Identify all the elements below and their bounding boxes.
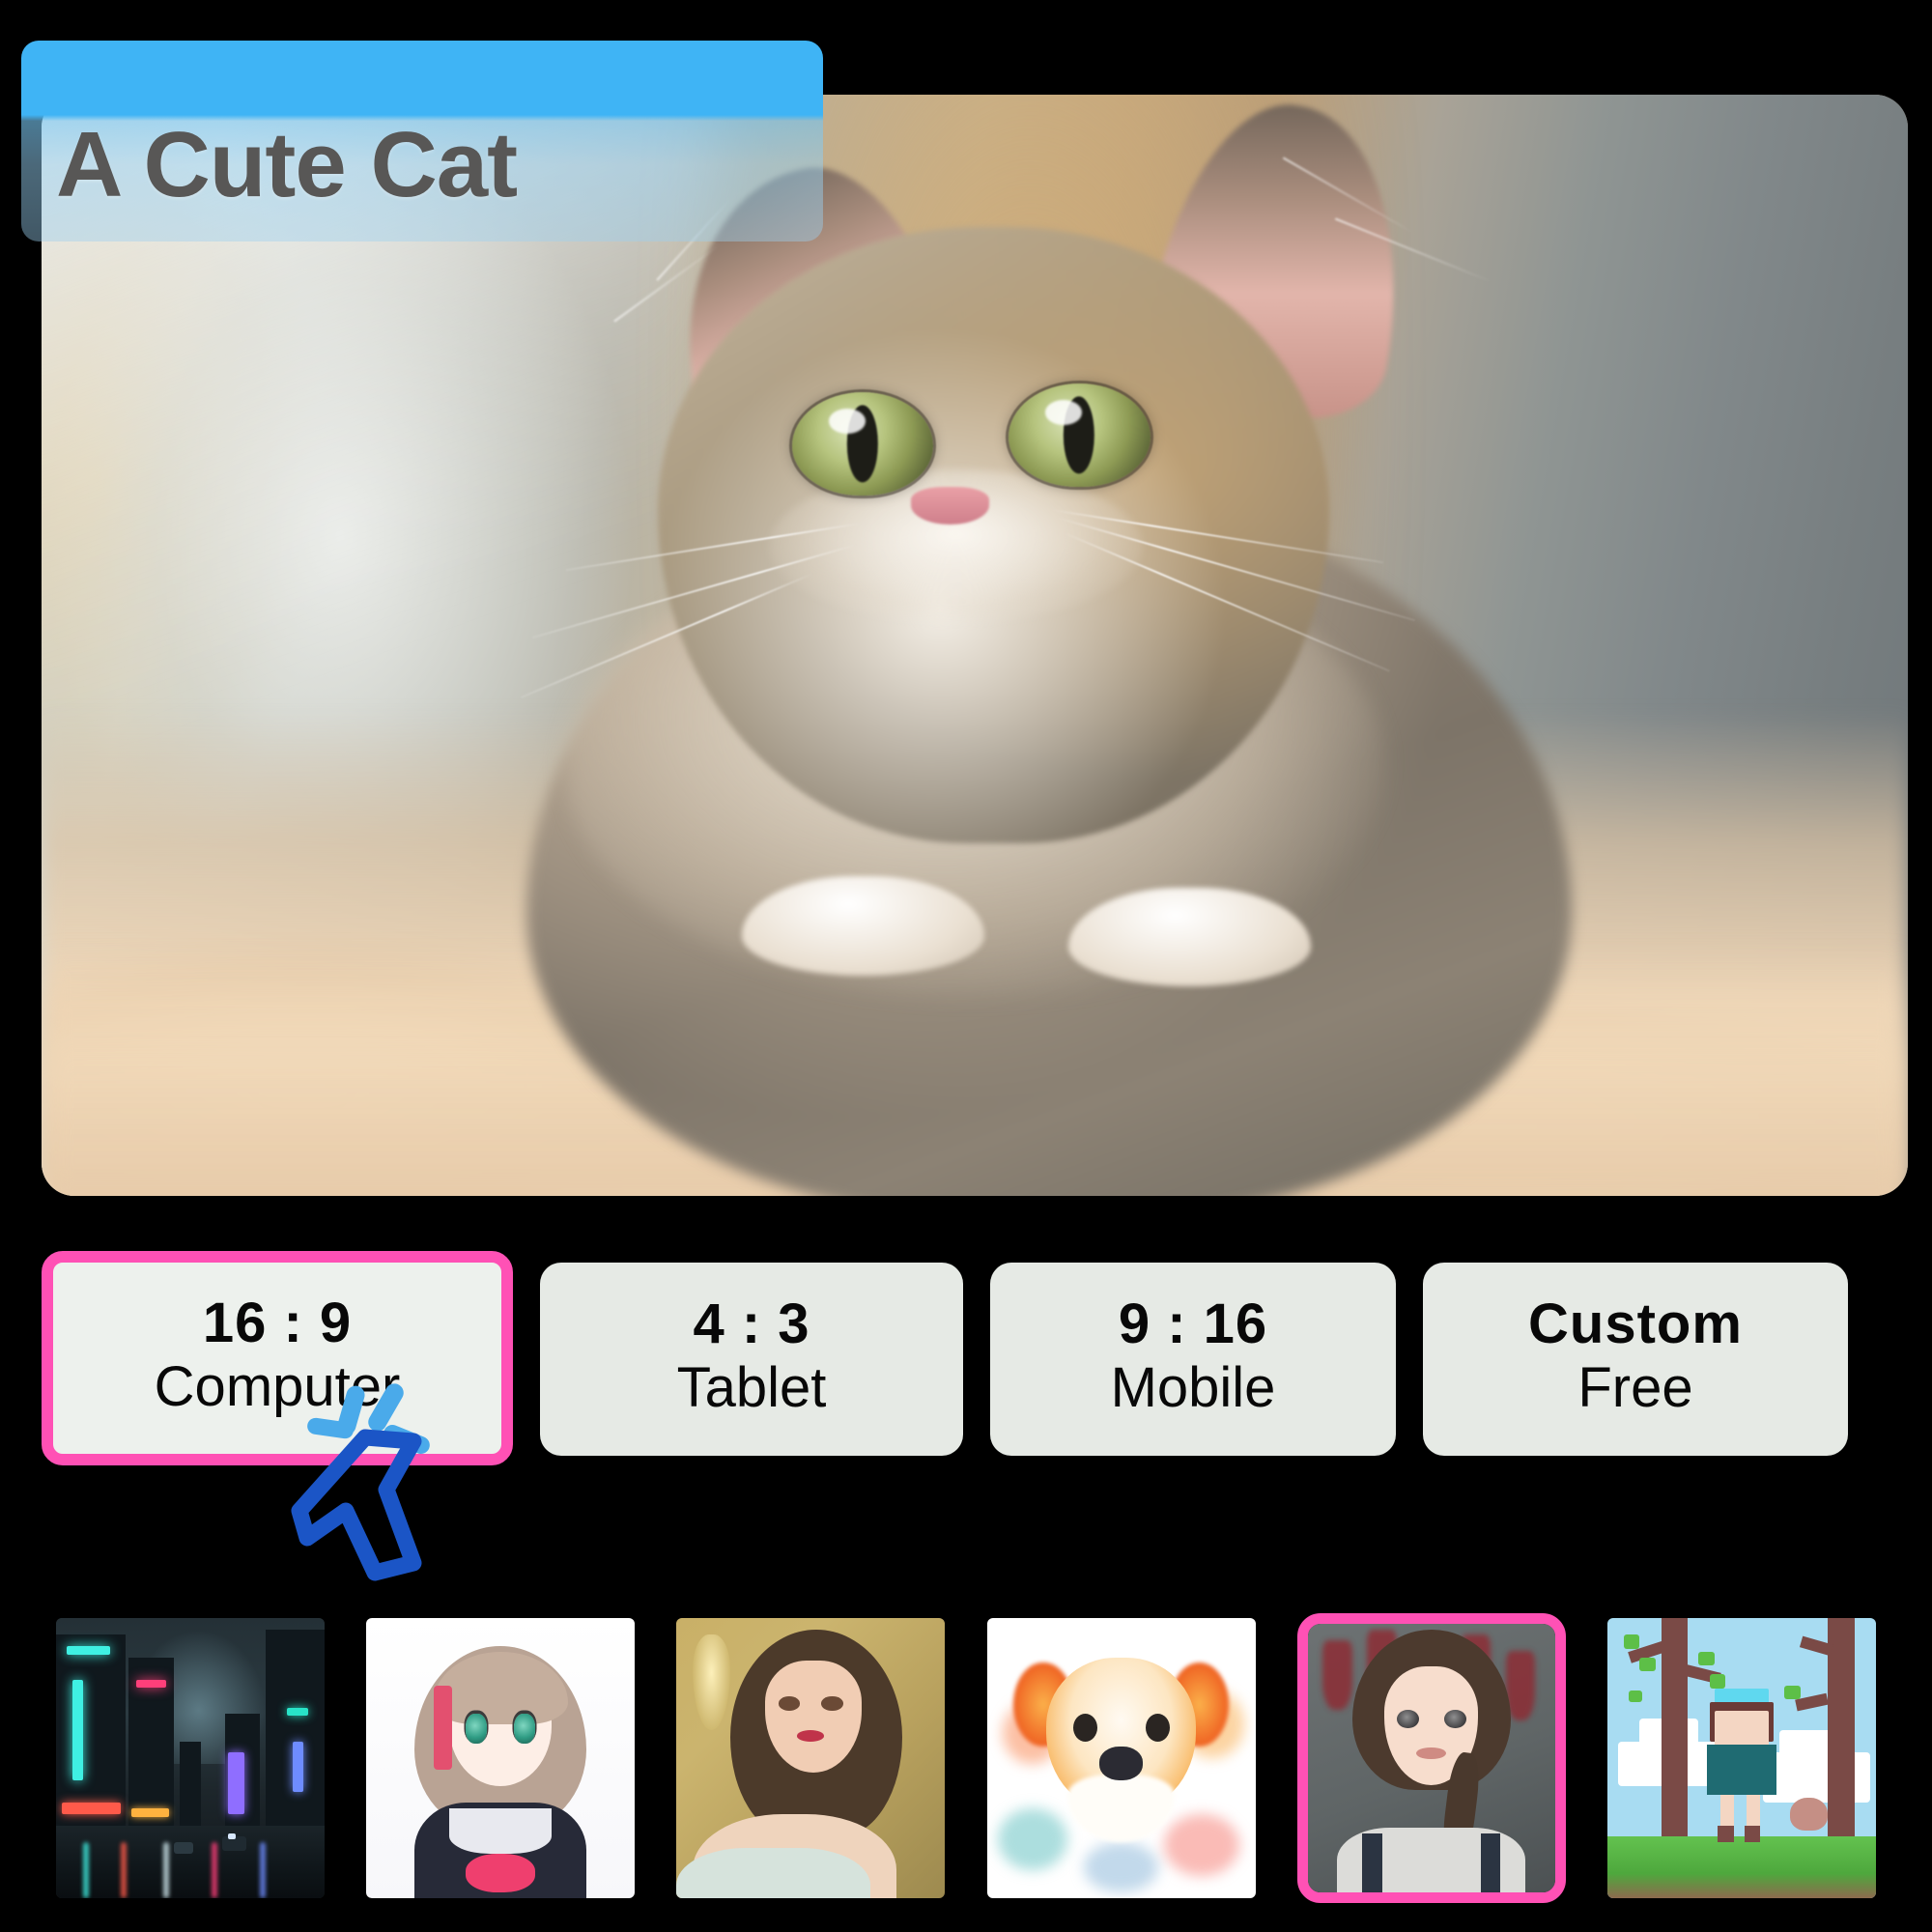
thumbnail-pixel-forest[interactable] — [1606, 1618, 1876, 1898]
aspect-ratio-options: 16 : 9 Computer 4 : 3 Tablet 9 : 16 Mobi… — [42, 1251, 1908, 1483]
thumbnail-watercolor-dog[interactable] — [986, 1618, 1256, 1898]
kitten-illustration — [42, 95, 1908, 1196]
ratio-button-custom[interactable]: Custom Free — [1423, 1263, 1848, 1456]
ratio-button-computer-ratio: 16 : 9 — [202, 1292, 353, 1355]
ratio-button-mobile[interactable]: 9 : 16 Mobile — [990, 1263, 1396, 1456]
thumbnail-strip — [0, 1584, 1932, 1932]
ratio-button-mobile-ratio: 9 : 16 — [1118, 1293, 1268, 1356]
thumbnail-anime-schoolgirl[interactable] — [366, 1618, 636, 1898]
ratio-button-mobile-device: Mobile — [1110, 1355, 1276, 1419]
image-title-bar: A Cute Cat — [21, 41, 823, 242]
ratio-button-tablet[interactable]: 4 : 3 Tablet — [540, 1263, 963, 1456]
page-title: A Cute Cat — [56, 113, 518, 216]
ratio-button-custom-device: Free — [1577, 1355, 1693, 1419]
ratio-button-custom-ratio: Custom — [1528, 1293, 1743, 1356]
preview-photo — [42, 95, 1908, 1196]
ratio-button-tablet-ratio: 4 : 3 — [693, 1293, 810, 1356]
thumbnail-cyberpunk-city[interactable] — [56, 1618, 325, 1898]
main-preview-image[interactable] — [42, 95, 1908, 1196]
ratio-button-computer-device: Computer — [154, 1354, 401, 1418]
app-root: A Cute Cat 16 : 9 Computer 4 : 3 Tablet … — [0, 0, 1932, 1932]
thumbnail-3d-girl-braid[interactable] — [1296, 1613, 1566, 1903]
ratio-button-tablet-device: Tablet — [676, 1355, 827, 1419]
ratio-button-computer[interactable]: 16 : 9 Computer — [42, 1251, 513, 1465]
thumbnail-painted-woman[interactable] — [676, 1618, 946, 1898]
